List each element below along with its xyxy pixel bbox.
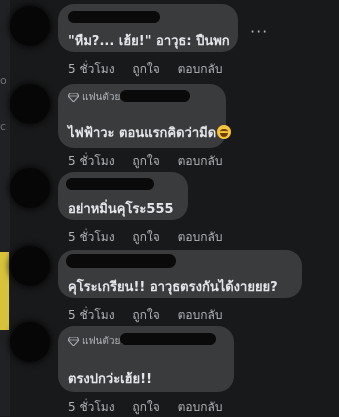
like-button[interactable]: ถูกใจ	[132, 152, 159, 171]
commenter-name-redacted[interactable]	[66, 178, 154, 190]
reply-button[interactable]: ตอบกลับ	[178, 398, 223, 417]
avatar[interactable]	[10, 168, 50, 208]
like-button[interactable]: ถูกใจ	[132, 306, 159, 325]
diamond-icon	[68, 93, 79, 102]
comment-text: "หืม?... เฮ้ย!" อาวุธ: ปืนพก	[68, 34, 230, 49]
avatar[interactable]	[10, 6, 50, 46]
left-panel-label: c	[0, 120, 7, 133]
comment-bubble: แฟนตัวยง ไฟฟ้าวะ ตอนแรกคิดว่ามีด	[58, 84, 232, 148]
comment-text: ตรงปกว่ะเฮ้ย!!	[68, 372, 153, 387]
avatar[interactable]	[10, 322, 50, 362]
comment-time: 5 ชั่วโมง	[68, 308, 115, 322]
more-horizontal-icon[interactable]: ···	[250, 22, 268, 41]
badge-label: แฟนตัวยง	[82, 336, 126, 347]
comment-actions: 5 ชั่วโมง ถูกใจ ตอบกลับ	[68, 228, 236, 247]
left-panel-edge	[0, 0, 10, 416]
comment-actions: 5 ชั่วโมง ถูกใจ ตอบกลับ	[68, 398, 236, 417]
avatar[interactable]	[10, 246, 50, 286]
reply-button[interactable]: ตอบกลับ	[178, 152, 223, 171]
rolling-on-floor-laughing-icon	[217, 125, 232, 139]
comment-time: 5 ชั่วโมง	[68, 230, 115, 244]
comment-actions: 5 ชั่วโมง ถูกใจ ตอบกลับ	[68, 152, 236, 171]
comment-bubble: อย่าหมิ่นคุโระ555	[58, 172, 188, 220]
like-button[interactable]: ถูกใจ	[132, 60, 159, 79]
comment-text-line: ไฟฟ้าวะ ตอนแรกคิดว่ามีด	[68, 122, 232, 143]
left-panel-image	[0, 252, 9, 330]
like-button[interactable]: ถูกใจ	[132, 398, 159, 417]
comment-time: 5 ชั่วโมง	[68, 154, 115, 168]
commenter-name-redacted[interactable]	[68, 11, 160, 23]
commenter-name-redacted[interactable]	[66, 254, 176, 268]
comment-time: 5 ชั่วโมง	[68, 400, 115, 414]
comment-bubble: แฟนตัวยง ตรงปกว่ะเฮ้ย!!	[58, 326, 234, 392]
top-fan-badge: แฟนตัวยง	[68, 90, 125, 105]
comment-time: 5 ชั่วโมง	[68, 62, 115, 76]
top-fan-badge: แฟนตัวยง	[68, 334, 125, 349]
commenter-name-redacted[interactable]	[120, 333, 216, 345]
badge-label: แฟนตัวยง	[82, 92, 126, 103]
comment-actions: 5 ชั่วโมง ถูกใจ ตอบกลับ	[68, 306, 236, 325]
avatar[interactable]	[10, 84, 50, 124]
comment-bubble: "หืม?... เฮ้ย!" อาวุธ: ปืนพก	[58, 4, 238, 52]
reply-button[interactable]: ตอบกลับ	[178, 60, 223, 79]
comment-text: ไฟฟ้าวะ ตอนแรกคิดว่ามีด	[68, 126, 217, 141]
comment-text: อย่าหมิ่นคุโระ555	[68, 202, 174, 217]
left-panel-label: o	[0, 74, 7, 87]
reply-button[interactable]: ตอบกลับ	[178, 228, 223, 247]
comment-text: คุโระเกรียน!! อาวุธตรงกันได้งายยย?	[68, 280, 278, 295]
reply-button[interactable]: ตอบกลับ	[178, 306, 223, 325]
diamond-icon	[68, 337, 79, 346]
commenter-name-redacted[interactable]	[120, 90, 190, 102]
comment-bubble: คุโระเกรียน!! อาวุธตรงกันได้งายยย?	[58, 250, 302, 298]
comment-actions: 5 ชั่วโมง ถูกใจ ตอบกลับ	[68, 60, 236, 79]
like-button[interactable]: ถูกใจ	[132, 228, 159, 247]
